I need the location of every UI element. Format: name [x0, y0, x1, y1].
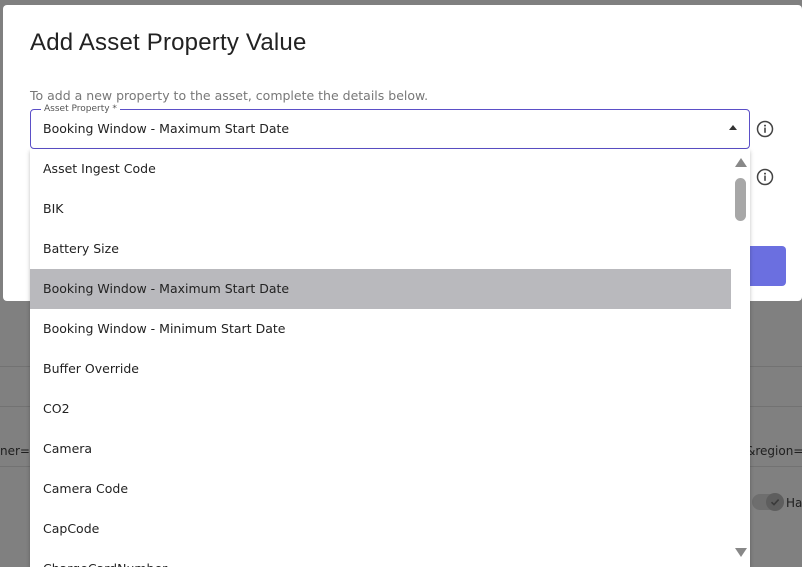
dropdown-option-selected[interactable]: Booking Window - Maximum Start Date	[30, 269, 731, 309]
dropdown-option[interactable]: ChargeCardNumber	[30, 549, 731, 567]
info-icon[interactable]	[756, 120, 774, 138]
dropdown-scrollbar[interactable]	[731, 149, 750, 567]
dropdown-option[interactable]: Camera	[30, 429, 731, 469]
info-icon[interactable]	[756, 168, 774, 186]
background-toggle-label: Ha	[786, 496, 802, 510]
scroll-down-arrow-icon[interactable]	[735, 548, 747, 557]
modal-subtitle: To add a new property to the asset, comp…	[30, 88, 429, 103]
background-toggle	[752, 493, 784, 511]
background-url-fragment-right: &region=e	[746, 444, 802, 458]
caret-up-icon[interactable]	[729, 125, 737, 130]
check-icon	[766, 493, 784, 511]
modal-title: Add Asset Property Value	[30, 29, 307, 56]
submit-button[interactable]	[747, 246, 786, 286]
scroll-up-arrow-icon[interactable]	[735, 158, 747, 167]
dropdown-option[interactable]: CapCode	[30, 509, 731, 549]
dropdown-option[interactable]: BIK	[30, 189, 731, 229]
dropdown-option[interactable]: Battery Size	[30, 229, 731, 269]
dropdown-option[interactable]: Booking Window - Minimum Start Date	[30, 309, 731, 349]
scrollbar-thumb[interactable]	[735, 178, 746, 221]
asset-property-value: Booking Window - Maximum Start Date	[43, 121, 290, 136]
asset-property-select[interactable]: Asset Property * Booking Window - Maximu…	[30, 104, 750, 149]
dropdown-option[interactable]: Asset Ingest Code	[30, 149, 731, 189]
dropdown-option[interactable]: Camera Code	[30, 469, 731, 509]
asset-property-dropdown: Asset Ingest Code BIK Battery Size Booki…	[30, 149, 750, 567]
dropdown-option[interactable]: CO2	[30, 389, 731, 429]
asset-property-label: Asset Property *	[41, 104, 120, 115]
dropdown-option[interactable]: Buffer Override	[30, 349, 731, 389]
